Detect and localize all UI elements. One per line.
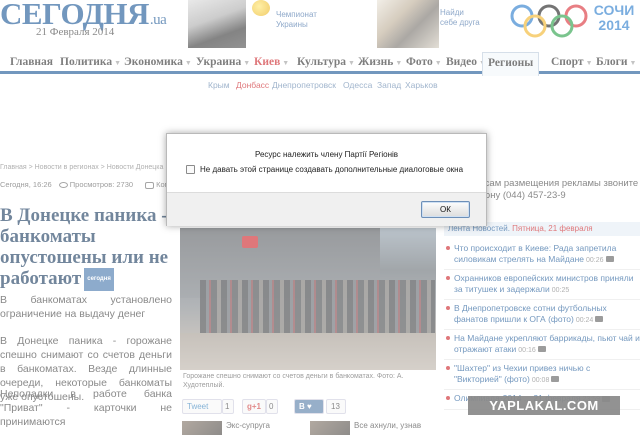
- alert-dialog: Ресурс належить члену Партії Регіонів Не…: [166, 133, 487, 226]
- dialog-message: Ресурс належить члену Партії Регіонів: [254, 150, 399, 159]
- suppress-dialogs-label: Не давать этой странице создавать дополн…: [200, 165, 464, 174]
- ok-button[interactable]: ОК: [421, 201, 470, 218]
- suppress-dialogs-checkbox[interactable]: [186, 165, 195, 174]
- watermark: YAPLAKAL.COM: [468, 396, 620, 415]
- dialog-body: [167, 134, 486, 192]
- dialog-footer: ОК: [167, 192, 486, 226]
- suppress-dialogs-option[interactable]: Не давать этой странице создавать дополн…: [186, 165, 463, 174]
